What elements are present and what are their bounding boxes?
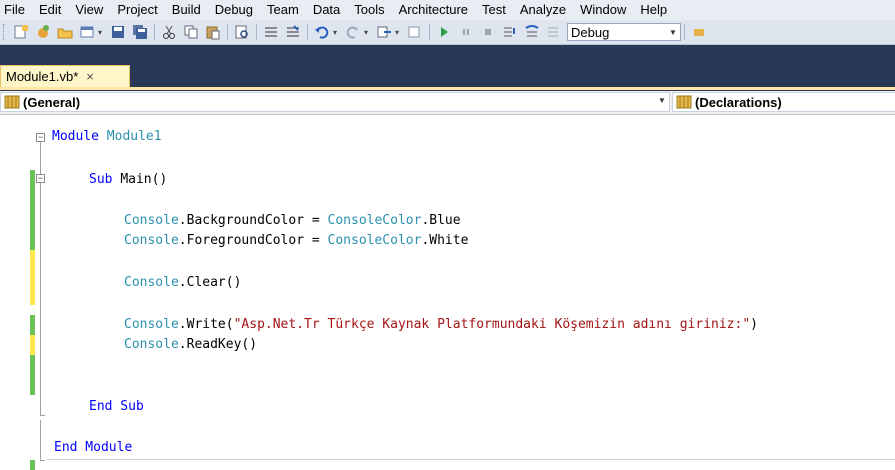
menu-bar: File Edit View Project Build Debug Team … [0, 0, 895, 20]
menu-debug[interactable]: Debug [208, 0, 260, 20]
close-icon[interactable]: × [86, 69, 94, 84]
menu-data[interactable]: Data [306, 0, 347, 20]
toolbar-separator [227, 24, 228, 40]
redo-icon[interactable] [344, 23, 362, 41]
toolbar-separator [154, 24, 155, 40]
menu-file[interactable]: File [0, 0, 32, 20]
menu-help[interactable]: Help [633, 0, 674, 20]
code-text[interactable]: Module Module1 Sub Main() Console.Backgr… [0, 115, 895, 470]
navigate-dropdown-icon[interactable]: ▾ [395, 28, 402, 37]
declarations-icon [676, 95, 692, 109]
pause-icon[interactable] [457, 23, 475, 41]
code-line: Console.ForegroundColor = ConsoleColor.W… [124, 233, 469, 248]
chevron-down-icon[interactable]: ▼ [658, 96, 666, 105]
code-line: Console.BackgroundColor = ConsoleColor.B… [124, 213, 461, 228]
paste-icon[interactable] [204, 23, 222, 41]
menu-tools[interactable]: Tools [347, 0, 391, 20]
solution-configuration-select[interactable]: Debug ▼ [567, 23, 681, 41]
menu-test[interactable]: Test [475, 0, 513, 20]
solution-configuration-value: Debug [571, 24, 610, 40]
undo-dropdown-icon[interactable]: ▾ [333, 28, 340, 37]
navigate-backward-icon[interactable] [375, 23, 393, 41]
solution-platform-icon[interactable] [690, 23, 708, 41]
type-dropdown-value: (General) [23, 94, 81, 110]
code-line: Sub Main() [89, 172, 168, 187]
menu-build[interactable]: Build [165, 0, 208, 20]
comment-icon[interactable] [262, 23, 280, 41]
copy-icon[interactable] [182, 23, 200, 41]
type-dropdown[interactable]: (General) [0, 92, 670, 112]
toolbar-separator [256, 24, 257, 40]
menu-edit[interactable]: Edit [32, 0, 68, 20]
code-line: Console.ReadKey() [124, 337, 258, 352]
tab-strip-underline [0, 87, 895, 90]
new-project-icon[interactable] [12, 23, 30, 41]
navigate-forward-icon[interactable] [406, 23, 424, 41]
navigation-bar: (General) ▼ (Declarations) [0, 91, 895, 115]
toolbar-separator [684, 24, 685, 40]
step-into-icon[interactable] [501, 23, 519, 41]
save-all-icon[interactable] [131, 23, 149, 41]
step-over-icon[interactable] [523, 23, 541, 41]
open-file-icon[interactable] [56, 23, 74, 41]
redo-dropdown-icon[interactable]: ▾ [364, 28, 371, 37]
toolbar-separator [429, 24, 430, 40]
uncomment-icon[interactable] [284, 23, 302, 41]
add-item-dropdown-icon[interactable]: ▾ [98, 28, 105, 37]
menu-team[interactable]: Team [260, 0, 306, 20]
find-icon[interactable] [233, 23, 251, 41]
start-icon[interactable] [435, 23, 453, 41]
add-new-item-icon[interactable] [78, 23, 96, 41]
tab-label: Module1.vb* [6, 69, 79, 84]
step-out-icon[interactable] [545, 23, 563, 41]
module-icon [4, 95, 20, 109]
code-line: Console.Clear() [124, 275, 242, 290]
add-item-icon[interactable] [34, 23, 52, 41]
member-dropdown[interactable]: (Declarations) [672, 92, 895, 112]
code-editor[interactable]: − − Module Module1 Sub Main() Console.Ba… [0, 115, 895, 470]
code-line: End Module [54, 440, 133, 455]
toolbar-separator [307, 24, 308, 40]
cut-icon[interactable] [160, 23, 178, 41]
tab-module1-vb[interactable]: Module1.vb* × [0, 65, 130, 87]
code-line: Module Module1 [52, 129, 162, 144]
stop-icon[interactable] [479, 23, 497, 41]
code-line: End Sub [89, 399, 144, 414]
document-tab-strip: Module1.vb* × [0, 45, 895, 90]
menu-project[interactable]: Project [110, 0, 164, 20]
code-line: Console.Write("Asp.Net.Tr Türkçe Kaynak … [124, 317, 758, 332]
menu-architecture[interactable]: Architecture [392, 0, 475, 20]
menu-window[interactable]: Window [573, 0, 633, 20]
standard-toolbar: ▾ ▾ ▾ ▾ Debug ▼ [0, 20, 895, 45]
save-icon[interactable] [109, 23, 127, 41]
menu-analyze[interactable]: Analyze [513, 0, 573, 20]
member-dropdown-value: (Declarations) [695, 94, 782, 110]
menu-view[interactable]: View [68, 0, 110, 20]
toolbar-grip[interactable] [3, 24, 7, 40]
chevron-down-icon[interactable]: ▼ [666, 28, 680, 37]
undo-icon[interactable] [313, 23, 331, 41]
